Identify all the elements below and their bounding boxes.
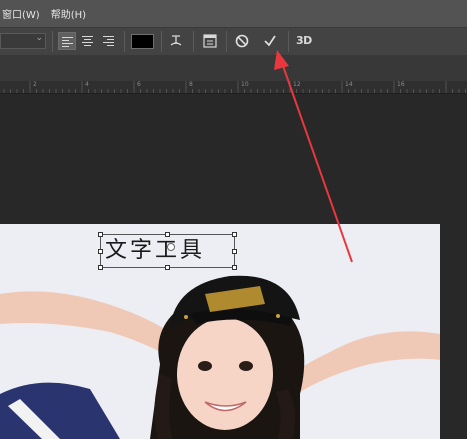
transform-handle-bottom-left[interactable] bbox=[98, 265, 103, 270]
transform-handle-middle-left[interactable] bbox=[98, 249, 103, 254]
cancel-icon bbox=[235, 34, 249, 48]
ruler-label: 12 bbox=[293, 81, 301, 88]
text-layer-content[interactable]: 文字工具 bbox=[105, 239, 205, 263]
cancel-button[interactable] bbox=[232, 32, 252, 50]
photoshop-window: 窗口(W) 帮助(H) ⌄ 3D 2 4 6 8 10 12 14 16 文字工… bbox=[0, 0, 467, 439]
transform-handle-bottom-center[interactable] bbox=[165, 265, 170, 270]
divider bbox=[288, 31, 289, 52]
text-anchor-point[interactable] bbox=[167, 243, 175, 251]
divider bbox=[124, 31, 125, 52]
divider bbox=[193, 31, 194, 52]
ruler-label: 14 bbox=[345, 81, 353, 88]
ruler-label: 4 bbox=[85, 81, 89, 88]
ruler-label: 6 bbox=[137, 81, 141, 88]
menu-window[interactable]: 窗口(W) bbox=[0, 6, 49, 21]
transform-handle-top-left[interactable] bbox=[98, 232, 103, 237]
3d-button[interactable]: 3D bbox=[296, 34, 312, 47]
transform-handle-top-right[interactable] bbox=[232, 232, 237, 237]
character-panel-icon bbox=[203, 34, 217, 48]
align-left-icon bbox=[62, 37, 73, 49]
divider bbox=[161, 31, 162, 52]
character-panel-button[interactable] bbox=[200, 32, 220, 50]
text-color-swatch[interactable] bbox=[131, 34, 154, 49]
text-layer-bounding-box[interactable]: 文字工具 bbox=[98, 232, 237, 270]
ruler-label: 10 bbox=[241, 81, 249, 88]
transform-handle-bottom-right[interactable] bbox=[232, 265, 237, 270]
menu-bar: 窗口(W) 帮助(H) bbox=[0, 0, 467, 27]
ruler-label: 8 bbox=[189, 81, 193, 88]
ruler-label: 16 bbox=[397, 81, 405, 88]
divider bbox=[226, 31, 227, 52]
align-left-button[interactable] bbox=[58, 32, 76, 50]
align-right-icon bbox=[103, 36, 114, 48]
transform-handle-top-center[interactable] bbox=[165, 232, 170, 237]
warp-text-button[interactable] bbox=[166, 32, 186, 50]
document-tab-strip bbox=[0, 55, 467, 81]
options-bar: ⌄ 3D bbox=[0, 27, 467, 55]
horizontal-ruler: 2 4 6 8 10 12 14 16 bbox=[0, 81, 467, 94]
commit-button[interactable] bbox=[260, 32, 280, 50]
align-center-icon bbox=[82, 36, 93, 48]
chevron-down-icon: ⌄ bbox=[35, 33, 43, 43]
menu-help[interactable]: 帮助(H) bbox=[49, 6, 95, 21]
align-center-button[interactable] bbox=[79, 32, 97, 50]
align-right-button[interactable] bbox=[100, 32, 118, 50]
ruler-label: 2 bbox=[33, 81, 37, 88]
divider bbox=[52, 31, 53, 52]
warp-text-icon bbox=[170, 35, 182, 46]
transform-handle-middle-right[interactable] bbox=[232, 249, 237, 254]
font-size-dropdown[interactable]: ⌄ bbox=[0, 33, 46, 49]
commit-check-icon bbox=[264, 35, 276, 47]
